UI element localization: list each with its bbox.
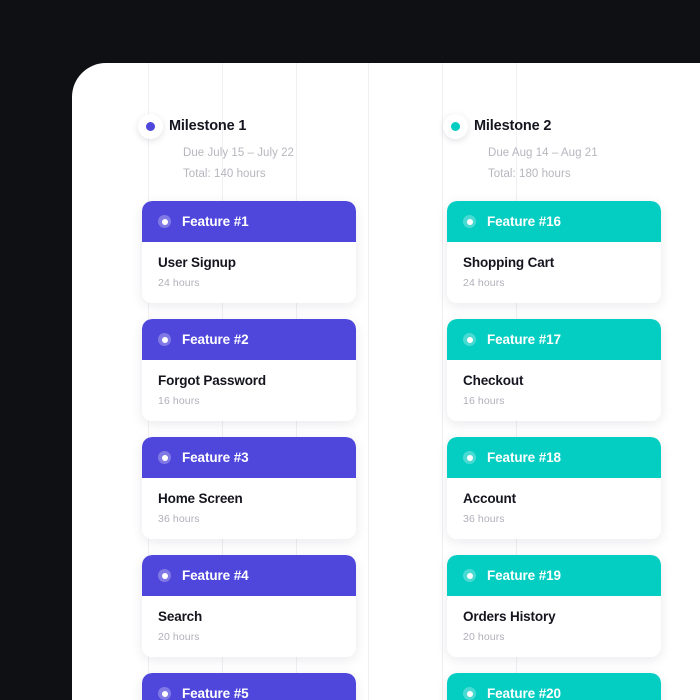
feature-card[interactable]: Feature #5Product Details [142, 673, 356, 700]
feature-card-header[interactable]: Feature #4 [142, 555, 356, 596]
feature-hours: 36 hours [158, 513, 200, 525]
feature-status-dot-icon [158, 215, 171, 228]
feature-card[interactable]: Feature #17 Checkout 16 hours [447, 319, 661, 421]
feature-hours: 16 hours [158, 395, 200, 407]
feature-hours: 24 hours [463, 277, 505, 289]
feature-label: Feature #5 [182, 686, 249, 700]
milestone-column-2: Milestone 2 Due Aug 14 – Aug 21 Total: 180… [443, 114, 700, 700]
feature-card-header[interactable]: Feature #19 [447, 555, 661, 596]
feature-card[interactable]: Feature #16 Shopping Cart 24 hours [447, 201, 661, 303]
feature-card-header[interactable]: Feature #16 [447, 201, 661, 242]
feature-card-header[interactable]: Feature #5 [142, 673, 356, 700]
feature-status-dot-icon [158, 569, 171, 582]
milestone-title: Milestone 1 [169, 118, 247, 134]
feature-label: Feature #20 [487, 686, 561, 700]
feature-status-dot-icon [158, 687, 171, 700]
feature-card[interactable]: Feature #18 Account 36 hours [447, 437, 661, 539]
feature-card-body: User Signup 24 hours [142, 242, 356, 303]
feature-card[interactable]: Feature #20Saved Cards [447, 673, 661, 700]
feature-label: Feature #16 [487, 214, 561, 229]
feature-label: Feature #18 [487, 450, 561, 465]
feature-card[interactable]: Feature #4 Search 20 hours [142, 555, 356, 657]
feature-status-dot-icon [158, 333, 171, 346]
feature-status-dot-icon [158, 451, 171, 464]
feature-title: User Signup [158, 255, 236, 270]
milestone-dot-icon [443, 114, 468, 139]
feature-status-dot-icon [463, 215, 476, 228]
feature-card-body: Shopping Cart 24 hours [447, 242, 661, 303]
feature-card[interactable]: Feature #1 User Signup 24 hours [142, 201, 356, 303]
milestone-title: Milestone 2 [474, 118, 552, 134]
milestone-due-date: Due Aug 14 – Aug 21 [488, 147, 598, 159]
milestone-due-date: Due July 15 – July 22 [183, 147, 295, 159]
feature-card-header[interactable]: Feature #20 [447, 673, 661, 700]
feature-title: Account [463, 491, 516, 506]
feature-title: Home Screen [158, 491, 243, 506]
milestone-total-hours: Total: 140 hours [183, 168, 266, 180]
feature-card-body: Orders History 20 hours [447, 596, 661, 657]
feature-title: Shopping Cart [463, 255, 555, 270]
milestone-board: Milestone 1 Due July 15 – July 22 Total: 1… [72, 63, 700, 700]
feature-label: Feature #17 [487, 332, 561, 347]
feature-card[interactable]: Feature #19 Orders History 20 hours [447, 555, 661, 657]
feature-label: Feature #4 [182, 568, 249, 583]
milestone-header[interactable]: Milestone 1 Due July 15 – July 22 Total: 1… [138, 114, 428, 185]
feature-label: Feature #1 [182, 214, 249, 229]
feature-status-dot-icon [463, 451, 476, 464]
milestone-header[interactable]: Milestone 2 Due Aug 14 – Aug 21 Total: 180… [443, 114, 700, 185]
feature-title: Search [158, 609, 203, 624]
screenshot-root: Milestone 1 Due July 15 – July 22 Total: 1… [0, 0, 700, 700]
feature-status-dot-icon [463, 333, 476, 346]
feature-card-body: Search 20 hours [142, 596, 356, 657]
milestone-column-1: Milestone 1 Due July 15 – July 22 Total: 1… [138, 114, 428, 700]
milestone-total-hours: Total: 180 hours [488, 168, 571, 180]
feature-hours: 36 hours [463, 513, 505, 525]
feature-title: Forgot Password [158, 373, 267, 388]
feature-card[interactable]: Feature #2 Forgot Password 16 hours [142, 319, 356, 421]
feature-hours: 16 hours [463, 395, 505, 407]
feature-card-header[interactable]: Feature #1 [142, 201, 356, 242]
feature-card-header[interactable]: Feature #17 [447, 319, 661, 360]
app-panel: Milestone 1 Due July 15 – July 22 Total: 1… [72, 63, 700, 700]
feature-label: Feature #3 [182, 450, 249, 465]
feature-title: Checkout [463, 373, 524, 388]
feature-hours: 24 hours [158, 277, 200, 289]
feature-card-header[interactable]: Feature #2 [142, 319, 356, 360]
feature-label: Feature #2 [182, 332, 249, 347]
feature-card[interactable]: Feature #3 Home Screen 36 hours [142, 437, 356, 539]
feature-card-header[interactable]: Feature #3 [142, 437, 356, 478]
feature-hours: 20 hours [158, 631, 200, 643]
feature-card-body: Home Screen 36 hours [142, 478, 356, 539]
feature-hours: 20 hours [463, 631, 505, 643]
feature-status-dot-icon [463, 569, 476, 582]
feature-card-body: Checkout 16 hours [447, 360, 661, 421]
milestone-dot-icon [138, 114, 163, 139]
feature-title: Orders History [463, 609, 556, 624]
feature-card-header[interactable]: Feature #18 [447, 437, 661, 478]
feature-status-dot-icon [463, 687, 476, 700]
feature-card-body: Account 36 hours [447, 478, 661, 539]
feature-card-body: Forgot Password 16 hours [142, 360, 356, 421]
feature-label: Feature #19 [487, 568, 561, 583]
